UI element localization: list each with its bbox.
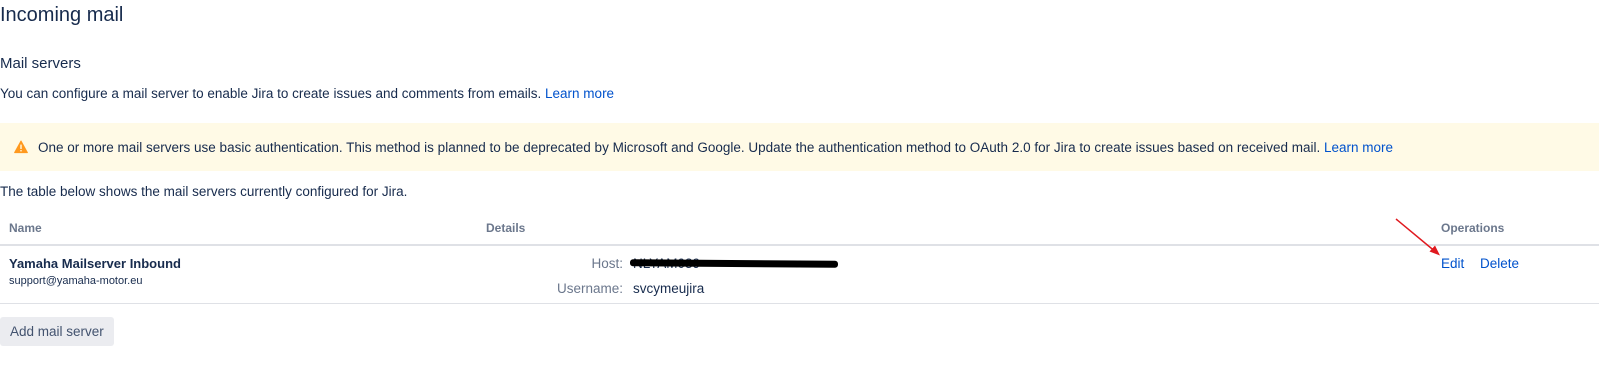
section-title: Mail servers bbox=[0, 55, 81, 72]
host-label: Host: bbox=[591, 256, 623, 271]
warning-icon bbox=[14, 140, 28, 154]
add-mail-server-button[interactable]: Add mail server bbox=[0, 317, 114, 346]
column-header-operations: Operations bbox=[1441, 221, 1505, 235]
intro-description: You can configure a mail server to enabl… bbox=[0, 86, 542, 101]
username-label: Username: bbox=[556, 281, 623, 296]
edit-link[interactable]: Edit bbox=[1441, 256, 1464, 271]
annotation-arrow-icon bbox=[1395, 218, 1440, 256]
redaction-bar bbox=[629, 259, 839, 268]
table-header-divider bbox=[0, 244, 1599, 246]
warning-learn-more-link[interactable]: Learn more bbox=[1324, 140, 1393, 155]
warning-text: One or more mail servers use basic authe… bbox=[38, 139, 1321, 155]
username-value: svcymeujira bbox=[633, 281, 705, 296]
column-header-name: Name bbox=[9, 221, 42, 235]
page-title: Incoming mail bbox=[0, 4, 124, 26]
delete-link[interactable]: Delete bbox=[1480, 256, 1519, 271]
basic-auth-warning-banner: One or more mail servers use basic authe… bbox=[0, 123, 1599, 171]
table-row-divider bbox=[0, 303, 1599, 304]
table-description: The table below shows the mail servers c… bbox=[0, 184, 408, 199]
column-header-details: Details bbox=[486, 221, 526, 235]
intro-learn-more-link[interactable]: Learn more bbox=[545, 86, 614, 101]
intro-text: You can configure a mail server to enabl… bbox=[0, 86, 614, 101]
incoming-mail-page: Incoming mail Mail servers You can confi… bbox=[0, 0, 1599, 386]
